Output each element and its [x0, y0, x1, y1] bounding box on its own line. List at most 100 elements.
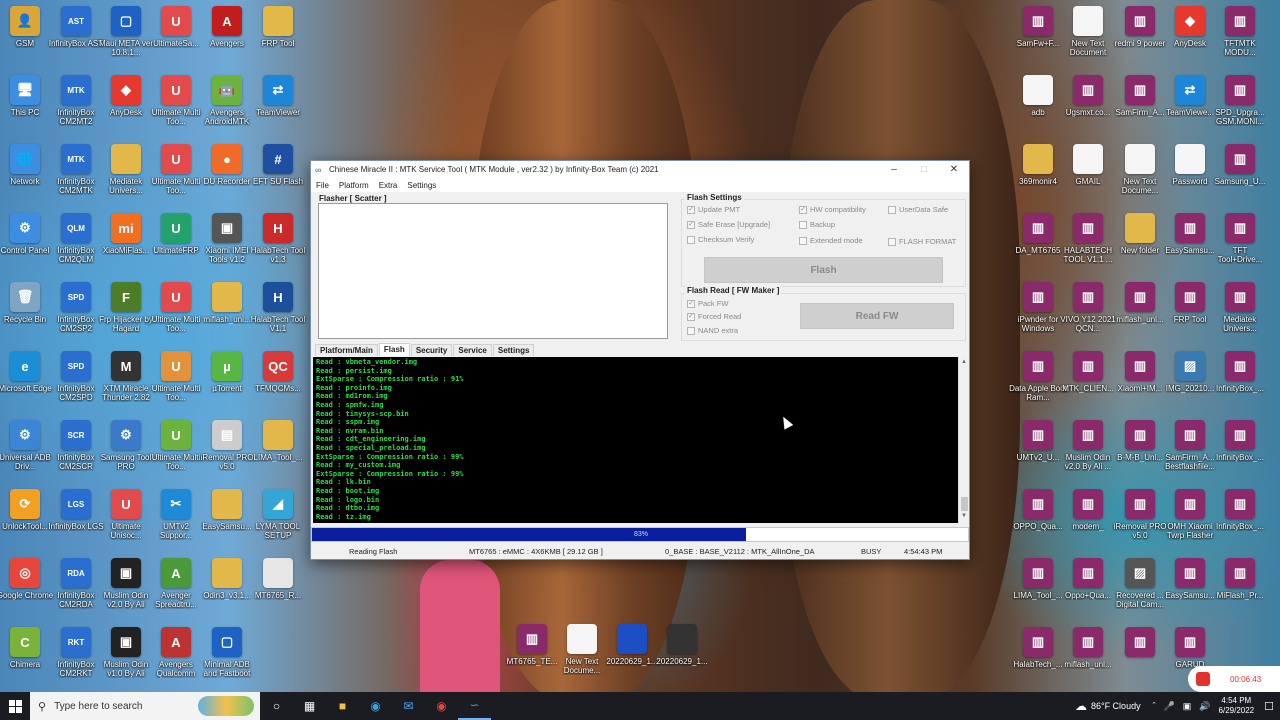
desktop-shortcut[interactable]: ▥ Mediatek Univers...: [1210, 282, 1270, 333]
desktop-shortcut[interactable]: ▥ modem_: [1058, 489, 1118, 531]
task-view-icon[interactable]: ○: [260, 692, 293, 720]
desktop-shortcut[interactable]: ▥ Oppo+Qua...: [1058, 558, 1118, 600]
checksum-verify-checkbox[interactable]: Checksum Verify: [687, 235, 754, 244]
menu-platform[interactable]: Platform: [334, 181, 374, 190]
file-explorer-icon[interactable]: ■: [326, 692, 359, 720]
desktop-shortcut[interactable]: H HalabTech Tool V1.1: [248, 282, 308, 333]
minimize-button[interactable]: –: [879, 161, 909, 178]
winrar-icon: ▥: [1073, 351, 1103, 381]
winrar-icon: ▥: [1023, 351, 1053, 381]
desktop-shortcut[interactable]: ▥ SPD_Upgra... GSM.MONI...: [1210, 75, 1270, 126]
hw-compatibility-checkbox[interactable]: ✓ HW compatibility: [799, 205, 866, 214]
log-line: Read : lk.bin: [316, 478, 371, 487]
desktop-shortcut[interactable]: 20220629_1...: [652, 624, 712, 666]
extended-mode-checkbox[interactable]: Extended mode: [799, 236, 863, 245]
desktop-shortcut[interactable]: QC TFMQCMs...: [248, 351, 308, 393]
notification-icon[interactable]: ☐: [1264, 700, 1274, 713]
desktop-shortcut[interactable]: ▥ HALABTECH TOOL V1.1 ...: [1058, 213, 1118, 264]
volume-icon[interactable]: 🔊: [1199, 701, 1210, 712]
desktop-shortcut[interactable]: # EFT SU Flash: [248, 144, 308, 186]
window-titlebar[interactable]: ∞ Chinese Miracle II : MTK Service Tool …: [311, 161, 969, 178]
desktop-shortcut[interactable]: ▥ MTK_CLIEN...: [1058, 351, 1118, 393]
chevron-up-icon[interactable]: ˆ: [1153, 701, 1156, 711]
winrar-icon: ▥: [1073, 282, 1103, 312]
tab-platform-main[interactable]: Platform/Main: [315, 344, 378, 356]
stop-record-icon[interactable]: [1196, 672, 1210, 686]
desktop-shortcut[interactable]: ▥ Samsung_U...: [1210, 144, 1270, 186]
winrar-icon: ▥: [1023, 558, 1053, 588]
desktop-shortcut[interactable]: ▥ GARUD: [1160, 627, 1220, 669]
log-line: Read : boot.img: [316, 486, 380, 495]
desktop-shortcut[interactable]: ▥ MiFlash_Pr...: [1210, 558, 1270, 600]
menu-file[interactable]: File: [311, 181, 334, 190]
desktop-shortcut-label: Muslim Odin v2.0 By Ali ...: [1064, 453, 1112, 471]
tab-security[interactable]: Security: [410, 344, 453, 356]
microphone-icon[interactable]: 🎤: [1164, 701, 1175, 712]
backup-checkbox[interactable]: Backup: [799, 220, 835, 229]
safe-erase-checkbox[interactable]: ✓ Safe Erase [Upgrade]: [687, 220, 770, 229]
nand-extra-checkbox[interactable]: NAND extra: [687, 326, 738, 335]
start-button[interactable]: [0, 692, 30, 720]
maximize-button[interactable]: □: [909, 161, 939, 178]
read-fw-button[interactable]: Read FW: [800, 303, 954, 329]
update-pmt-checkbox[interactable]: ✓ Update PMT: [687, 205, 740, 214]
image-icon: ▨: [1175, 351, 1205, 381]
desktop-shortcut[interactable]: H HalabTech Tool v1.3: [248, 213, 308, 264]
desktop-shortcut[interactable]: ▥ Ugsmxt.co...: [1058, 75, 1118, 117]
desktop-shortcut[interactable]: ▥ TFT Tool+Drive...: [1210, 213, 1270, 264]
desktop-shortcut[interactable]: ▥ InfinityBox_...: [1210, 420, 1270, 462]
desktop-shortcut[interactable]: ▥ TFTMTK MODU...: [1210, 6, 1270, 57]
desktop-shortcut[interactable]: LIMA_Tool_...: [248, 420, 308, 462]
log-console[interactable]: Read : vbmeta_vendor.img Read : persist.i…: [313, 357, 958, 523]
forced-read-checkbox[interactable]: ✓ Forced Read: [687, 312, 741, 321]
menu-settings[interactable]: Settings: [402, 181, 441, 190]
desktop-shortcut[interactable]: New Text Document: [1058, 6, 1118, 57]
mail-icon[interactable]: ✉: [392, 692, 425, 720]
scroll-down-arrow-icon[interactable]: ▼: [961, 513, 967, 519]
ultimate-icon: U: [161, 282, 191, 312]
phone-image-icon: [667, 624, 697, 654]
flash-button[interactable]: Flash: [704, 257, 943, 283]
weather-text[interactable]: 86°F Cloudy: [1091, 701, 1141, 711]
chrome-taskbar-icon[interactable]: ◉: [425, 692, 458, 720]
iremoval-icon: ▤: [212, 420, 242, 450]
desktop-shortcut[interactable]: MT6765_R...: [248, 558, 308, 600]
desktop-shortcut[interactable]: ▥ InfinityBox_...: [1210, 351, 1270, 393]
desktop-shortcut[interactable]: ⇄ TeamViewer: [248, 75, 308, 117]
flasher-scatter-list[interactable]: [318, 203, 668, 339]
infinity-app-taskbar-icon[interactable]: ∽: [458, 692, 491, 720]
tab-flash[interactable]: Flash: [378, 343, 410, 356]
desktop-shortcut[interactable]: ▥ VIVO Y12 2021 QCN...: [1058, 282, 1118, 333]
desktop-shortcut[interactable]: ▢ Minimal ADB and Fastboot: [197, 627, 257, 678]
taskbar-search-box[interactable]: ⚲ Type here to search: [30, 692, 260, 720]
desktop-shortcut-label: 20220629_1...: [656, 657, 708, 666]
desktop-shortcut-label: InfinityBox_...: [1215, 384, 1265, 393]
mtk-service-tool-window[interactable]: ∞ Chinese Miracle II : MTK Service Tool …: [310, 160, 970, 560]
desktop-shortcut[interactable]: FRP Tool: [248, 6, 308, 48]
checkbox-mark: [799, 220, 807, 229]
tab-settings[interactable]: Settings: [492, 344, 535, 356]
flash-format-checkbox[interactable]: FLASH FORMAT: [888, 237, 956, 246]
scroll-up-arrow-icon[interactable]: ▲: [961, 359, 967, 365]
desktop-shortcut-label: HalabTech Tool v1.3: [250, 246, 306, 264]
desktop-shortcut[interactable]: GMAIL: [1058, 144, 1118, 186]
checkbox-mark: ✓: [687, 205, 695, 214]
menu-extra[interactable]: Extra: [374, 181, 403, 190]
desktop-shortcut[interactable]: ▥ miflash_unl...: [1058, 627, 1118, 669]
pack-fw-checkbox[interactable]: ✓ Pack FW: [687, 299, 728, 308]
desktop-shortcut[interactable]: ▥ InfinityBox_...: [1210, 489, 1270, 531]
desktop-shortcut[interactable]: ◢ LYMA TOOL SETUP: [248, 489, 308, 540]
edge-taskbar-icon[interactable]: ◉: [359, 692, 392, 720]
odin-icon: ▣: [111, 558, 141, 588]
winrar-icon: ▥: [1073, 627, 1103, 657]
network-tray-icon[interactable]: ▣: [1183, 701, 1192, 712]
close-button[interactable]: ✕: [939, 161, 969, 178]
log-scrollbar[interactable]: ▲ ▼: [958, 357, 969, 523]
desktop-shortcut[interactable]: ▥ Muslim Odin v2.0 By Ali ...: [1058, 420, 1118, 471]
scroll-thumb[interactable]: [961, 497, 968, 511]
clock[interactable]: 4:54 PM 6/29/2022: [1219, 696, 1255, 716]
tab-service[interactable]: Service: [453, 344, 492, 356]
task-switcher-icon[interactable]: ▦: [293, 692, 326, 720]
screen-recorder-widget[interactable]: 00:06:43: [1188, 666, 1280, 692]
userdata-safe-checkbox[interactable]: UserData Safe: [888, 205, 948, 214]
